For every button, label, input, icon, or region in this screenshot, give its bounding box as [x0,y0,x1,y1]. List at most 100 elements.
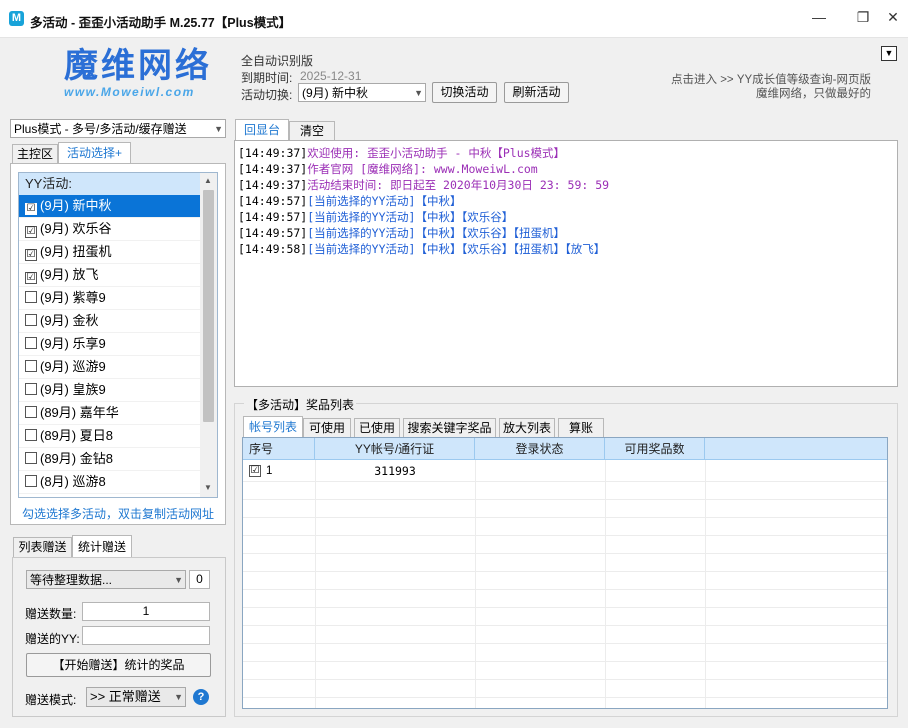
start-gift-button[interactable]: 【开始赠送】统计的奖品 [26,653,211,677]
list-item[interactable]: (9月) 金秋 [19,310,200,333]
activity-scrollbar[interactable]: ▲ ▼ [200,173,217,497]
window-title: 多活动 - 歪歪小活动助手 M.25.77【Plus模式】 [30,16,292,30]
tab-list-gift[interactable]: 列表赠送 [13,537,72,558]
list-item[interactable]: (9月) 乐享9 [19,333,200,356]
gift-mode-label: 赠送模式: [25,693,77,707]
table-row[interactable]: ☑ 1 311993 [243,462,887,480]
expire-value: 2025-12-31 [300,69,362,83]
list-item[interactable]: (9月) 皇族9 [19,379,200,402]
list-item[interactable]: (89月) 夏日8 [19,425,200,448]
table-header: 序号 YY帐号/通行证 登录状态 可用奖品数 [243,438,887,460]
activity-list-header: YY活动: [19,173,200,195]
slogan: 魔维网络，只做最好的 [756,88,871,100]
checkbox-icon[interactable] [25,314,37,326]
list-item[interactable]: (9月) 紫尊9 [19,287,200,310]
gift-mode-value: >> 正常赠送 [90,689,161,704]
log-console: [14:49:37]欢迎使用: 歪歪小活动助手 - 中秋【Plus模式】 [14… [234,140,898,387]
checkbox-icon[interactable]: ☑ [25,203,37,215]
checkbox-icon[interactable]: ☑ [25,272,37,284]
edition-label: 全自动识别版 [241,54,314,68]
app-icon: M [9,11,24,26]
log-line: [14:49:57][当前选择的YY活动]【中秋】【欢乐谷】【扭蛋机】 [238,226,565,240]
brand-url: www.Moweiwl.com [64,85,195,99]
status-select[interactable]: 等待整理数据... ▼ [26,570,186,589]
scroll-up-icon[interactable]: ▲ [204,176,212,185]
switch-label: 活动切换: [241,88,293,102]
yy-input[interactable] [82,626,210,645]
tab-search-prize[interactable]: 搜索关键字奖品 [403,418,496,438]
chevron-down-icon: ▼ [174,575,183,585]
row-checkbox-icon[interactable]: ☑ [249,465,261,477]
restore-button[interactable]: ❐ [850,6,876,28]
checkbox-icon[interactable] [25,337,37,349]
mode-select[interactable]: Plus模式 - 多号/多活动/缓存赠送 ▼ [10,119,226,138]
qty-input[interactable]: 1 [82,602,210,621]
checkbox-icon[interactable] [25,383,37,395]
title-bar: M 多活动 - 歪歪小活动助手 M.25.77【Plus模式】 — ❐ ✕ [0,0,908,38]
checkbox-icon[interactable] [25,429,37,441]
tab-usable[interactable]: 可使用 [303,418,351,438]
log-line: [14:49:57][当前选择的YY活动]【中秋】 [238,194,462,208]
list-item[interactable]: ☑ (9月) 扭蛋机 [19,241,200,264]
tab-accounts[interactable]: 帐号列表 [243,416,303,438]
brand-logo: 魔维网络 [64,46,212,86]
list-item[interactable]: ☑ (9月) 新中秋 [19,195,200,218]
tab-stat-gift[interactable]: 统计赠送 [72,535,132,558]
list-item[interactable]: ☑ (9月) 放飞 [19,264,200,287]
scroll-down-icon[interactable]: ▼ [204,483,212,492]
checkbox-icon[interactable]: ☑ [25,226,37,238]
tab-accounting[interactable]: 算账 [558,418,604,438]
list-item[interactable]: (8月) 巡游8 [19,471,200,494]
activity-items: ☑ (9月) 新中秋 ☑ (9月) 欢乐谷 ☑ (9月) 扭蛋机 ☑ (9月) 放飞 (… [19,195,200,494]
col-login-status[interactable]: 登录状态 [475,438,605,460]
chevron-down-icon: ▼ [414,88,423,98]
tab-used[interactable]: 已使用 [354,418,400,438]
growth-query-link[interactable]: 点击进入 >> YY成长值等级查询-网页版 [600,73,871,87]
checkbox-icon[interactable] [25,475,37,487]
col-prize-count[interactable]: 可用奖品数 [605,438,705,460]
list-item[interactable]: ☑ (9月) 欢乐谷 [19,218,200,241]
row-account: 311993 [374,464,416,478]
mode-select-value: Plus模式 - 多号/多活动/缓存赠送 [14,122,187,136]
activity-select-value: (9月) 新中秋 [302,86,369,100]
activity-hint: 勾选选择多活动，双击复制活动网址 [21,507,214,521]
dropdown-toggle-icon[interactable]: ▼ [881,46,897,61]
checkbox-icon[interactable] [25,291,37,303]
list-item[interactable]: (89月) 金钻8 [19,448,200,471]
expire-label: 到期时间: [241,71,293,85]
checkbox-icon[interactable]: ☑ [25,249,37,261]
qty-label: 赠送数量: [25,607,77,621]
log-line: [14:49:58][当前选择的YY活动]【中秋】【欢乐谷】【扭蛋机】【放飞】 [238,242,606,256]
chevron-down-icon: ▼ [174,692,183,702]
prize-group-title: 【多活动】奖品列表 [244,396,357,413]
refresh-activity-button[interactable]: 刷新活动 [504,82,569,103]
status-select-value: 等待整理数据... [30,573,113,587]
status-count: 0 [189,570,210,589]
col-no[interactable]: 序号 [243,438,315,460]
log-line: [14:49:37]作者官网 [魔维网络]: www.MoweiwL.com [238,162,538,176]
close-button[interactable]: ✕ [880,6,906,28]
help-icon[interactable]: ? [193,689,209,705]
scroll-thumb[interactable] [203,190,214,422]
tab-activity-select[interactable]: 活动选择+ [58,142,131,164]
row-no: 1 [266,465,273,477]
checkbox-icon[interactable] [25,360,37,372]
minimize-button[interactable]: — [806,6,832,28]
tab-console[interactable]: 回显台 [235,119,289,141]
list-item[interactable]: (89月) 嘉年华 [19,402,200,425]
chevron-down-icon: ▼ [214,124,223,134]
yy-label: 赠送的YY: [25,632,80,646]
tab-main-control[interactable]: 主控区 [12,144,58,164]
col-account[interactable]: YY帐号/通行证 [315,438,475,460]
tab-enlarge[interactable]: 放大列表 [499,418,555,438]
activity-select[interactable]: (9月) 新中秋 ▼ [298,83,426,102]
log-line: [14:49:37]欢迎使用: 歪歪小活动助手 - 中秋【Plus模式】 [238,146,566,160]
tab-clear[interactable]: 清空 [289,121,335,141]
checkbox-icon[interactable] [25,406,37,418]
activity-list: YY活动: ☑ (9月) 新中秋 ☑ (9月) 欢乐谷 ☑ (9月) 扭蛋机 ☑ (9月… [18,172,218,498]
list-item[interactable]: (9月) 巡游9 [19,356,200,379]
switch-activity-button[interactable]: 切换活动 [432,82,497,103]
log-line: [14:49:57][当前选择的YY活动]【中秋】【欢乐谷】 [238,210,514,224]
gift-mode-select[interactable]: >> 正常赠送 ▼ [86,687,186,707]
checkbox-icon[interactable] [25,452,37,464]
